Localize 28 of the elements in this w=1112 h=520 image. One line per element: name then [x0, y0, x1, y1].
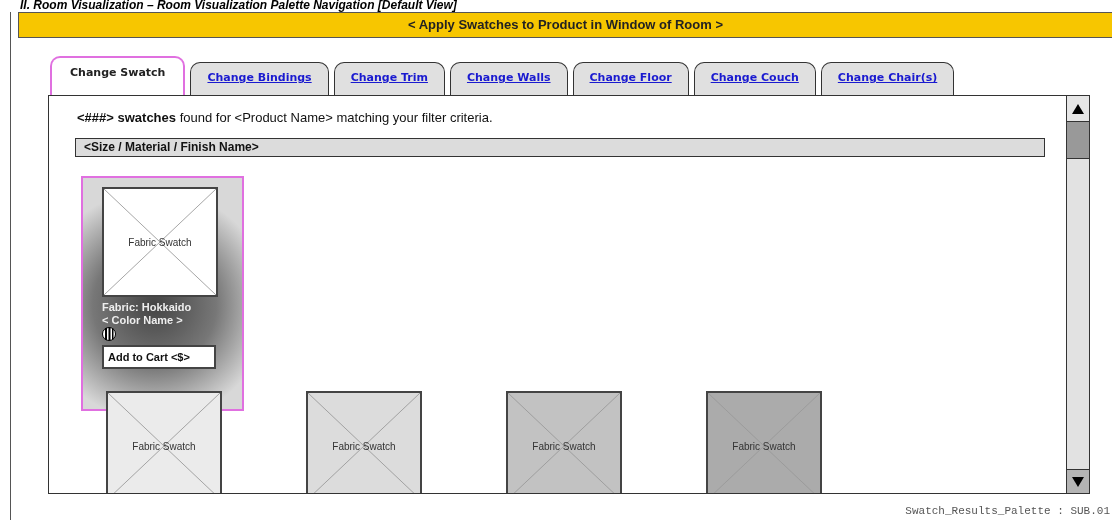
fabric-swatch-thumbnail[interactable]: Fabric Swatch [506, 391, 622, 493]
swatch-card[interactable]: Fabric Swatch Fabric: Hokkaido < Color Name > Add to Cart <$> [81, 176, 244, 411]
fabric-swatch-thumbnail[interactable]: Fabric Swatch [106, 391, 222, 493]
fabric-swatch-thumbnail[interactable]: Fabric Swatch [706, 391, 822, 493]
fabric-swatch-thumbnail[interactable]: Fabric Swatch [102, 187, 218, 297]
group-header: <Size / Material / Finish Name> [75, 138, 1045, 157]
page-title: II. Room Visualization – Room Visualization Palette Navigation [Default View] [20, 0, 457, 12]
scrollbar[interactable] [1066, 96, 1089, 493]
scroll-up-button[interactable] [1067, 96, 1089, 122]
scroll-down-button[interactable] [1067, 469, 1089, 493]
tab[interactable]: Change Chair(s) [820, 62, 955, 98]
scroll-thumb[interactable] [1067, 122, 1089, 159]
add-to-cart-button[interactable]: Add to Cart <$> [102, 345, 216, 369]
up-arrow-icon [1072, 103, 1084, 114]
tab[interactable]: Change Bindings [190, 62, 329, 98]
palette-banner: < Apply Swatches to Product in Window of Room > [18, 12, 1112, 38]
tab[interactable]: Change Swatch [50, 56, 186, 98]
color-name: < Color Name > [102, 314, 183, 327]
results-message: <###> swatches found for <Product Name> matching your filter criteria. [77, 109, 493, 127]
tab[interactable]: Change Trim [333, 62, 445, 98]
palette-id-label: Swatch_Results_Palette : SUB.01 [905, 504, 1110, 519]
down-arrow-icon [1072, 476, 1084, 487]
tab[interactable]: Change Couch [693, 62, 816, 98]
fabric-name: Fabric: Hokkaido [102, 301, 193, 314]
tab[interactable]: Change Walls [449, 62, 568, 98]
tab[interactable]: Change Floor [572, 62, 689, 98]
fabric-swatch-thumbnail[interactable]: Fabric Swatch [306, 391, 422, 493]
striped-circle-icon [102, 327, 116, 341]
